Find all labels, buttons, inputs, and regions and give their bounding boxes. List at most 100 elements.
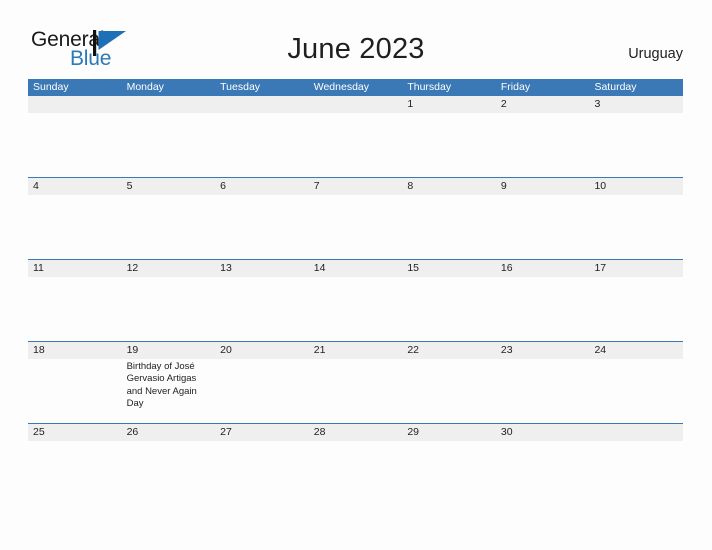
- calendar-week-cells: 11 12 13 14 15 16 17: [28, 260, 683, 341]
- calendar-day-cell[interactable]: 20: [215, 342, 309, 423]
- calendar-day-cell[interactable]: 9: [496, 178, 590, 259]
- day-number: 2: [500, 98, 507, 110]
- calendar-day-cell[interactable]: 7: [309, 178, 403, 259]
- weekday-header-row: Sunday Monday Tuesday Wednesday Thursday…: [28, 79, 683, 96]
- day-events: [407, 359, 492, 361]
- calendar-day-cell[interactable]: 26: [122, 424, 216, 464]
- day-number: 23: [500, 344, 513, 356]
- calendar-day-cell[interactable]: 6: [215, 178, 309, 259]
- calendar-day-cell-empty: [589, 424, 683, 464]
- day-cell-content: [28, 96, 122, 115]
- calendar-day-cell[interactable]: 16: [496, 260, 590, 341]
- day-number: 24: [594, 344, 607, 356]
- day-cell-content: 12: [122, 260, 216, 279]
- calendar-day-cell[interactable]: 27: [215, 424, 309, 464]
- calendar-day-cell[interactable]: 22: [402, 342, 496, 423]
- weekday-header-friday: Friday: [500, 81, 531, 93]
- calendar-day-cell[interactable]: 28: [309, 424, 403, 464]
- day-cell-content: 1: [402, 96, 496, 115]
- day-number: 28: [313, 426, 326, 438]
- day-number: [220, 96, 305, 113]
- day-number: 21: [313, 344, 326, 356]
- day-number: [594, 424, 679, 441]
- day-number: 5: [126, 180, 133, 192]
- day-events: [220, 195, 305, 197]
- day-cell-content: 18: [28, 342, 122, 361]
- day-number: 7: [313, 180, 320, 192]
- country-label: Uruguay: [628, 46, 683, 62]
- day-cell-content: 17: [589, 260, 683, 279]
- calendar-day-cell[interactable]: 29: [402, 424, 496, 464]
- calendar-day-cell[interactable]: 10: [589, 178, 683, 259]
- day-events: [314, 195, 399, 197]
- page-title: June 2023: [287, 33, 425, 65]
- day-events: [314, 441, 399, 443]
- day-cell-content: 8: [402, 178, 496, 197]
- calendar-day-cell[interactable]: 3: [589, 96, 683, 177]
- day-events: [127, 277, 212, 279]
- day-cell-content: 6: [215, 178, 309, 197]
- day-events: [407, 113, 492, 115]
- day-events: [594, 195, 679, 197]
- calendar-day-cell-empty: [122, 96, 216, 177]
- day-number: [127, 96, 212, 113]
- day-number: 20: [220, 344, 232, 356]
- day-events: [33, 113, 118, 115]
- day-events: [220, 359, 305, 361]
- calendar-day-cell[interactable]: 14: [309, 260, 403, 341]
- day-events: [33, 359, 118, 361]
- calendar-day-cell[interactable]: 25: [28, 424, 122, 464]
- day-cell-content: 16: [496, 260, 590, 279]
- calendar-day-cell[interactable]: 5: [122, 178, 216, 259]
- day-cell-content: [122, 96, 216, 115]
- day-cell-content: 23: [496, 342, 590, 361]
- calendar-day-cell[interactable]: 8: [402, 178, 496, 259]
- calendar-day-cell[interactable]: 18: [28, 342, 122, 423]
- calendar-week-row: 11 12 13 14 15 16 17: [28, 259, 683, 341]
- day-events: [33, 277, 118, 279]
- calendar-day-cell[interactable]: 21: [309, 342, 403, 423]
- day-events: [594, 113, 679, 115]
- calendar-week-cells: 25 26 27 28 29 30: [28, 424, 683, 464]
- day-number: 9: [500, 180, 507, 192]
- calendar-weeks: 1 2 3 4 5 6 7 8 9 10 11 12 13 14 15 16 17 18 19 Birthday of…: [28, 96, 683, 464]
- calendar-day-cell[interactable]: 30: [496, 424, 590, 464]
- calendar-day-cell[interactable]: 11: [28, 260, 122, 341]
- day-cell-content: 5: [122, 178, 216, 197]
- day-events: [407, 441, 492, 443]
- calendar-day-cell[interactable]: 17: [589, 260, 683, 341]
- day-number: [33, 96, 118, 113]
- calendar-day-cell[interactable]: 23: [496, 342, 590, 423]
- calendar-page: General Blue June 2023 Uruguay Sunday Mo…: [0, 0, 712, 550]
- day-events: [220, 441, 305, 443]
- calendar-week-row: 4 5 6 7 8 9 10: [28, 177, 683, 259]
- day-events: [314, 359, 399, 361]
- day-cell-content: 27: [215, 424, 309, 443]
- day-number: 11: [33, 262, 44, 274]
- day-cell-content: 15: [402, 260, 496, 279]
- day-cell-content: 21: [309, 342, 403, 361]
- calendar-day-cell-empty: [215, 96, 309, 177]
- calendar-day-cell[interactable]: 15: [402, 260, 496, 341]
- day-number: 4: [33, 180, 39, 192]
- calendar-day-cell[interactable]: 12: [122, 260, 216, 341]
- calendar-day-cell[interactable]: 13: [215, 260, 309, 341]
- day-cell-content: [589, 424, 683, 443]
- day-number: 17: [594, 262, 607, 274]
- calendar-week-row: 18 19 Birthday of José Gervasio Artigas an…: [28, 341, 683, 423]
- day-events: Birthday of José Gervasio Artigas and Ne…: [127, 359, 212, 410]
- calendar-day-cell[interactable]: 19 Birthday of José Gervasio Artigas and …: [122, 342, 216, 423]
- calendar-day-cell[interactable]: 4: [28, 178, 122, 259]
- day-events: [33, 195, 118, 197]
- day-number: 6: [220, 180, 226, 192]
- day-cell-content: [309, 96, 403, 115]
- calendar-grid: Sunday Monday Tuesday Wednesday Thursday…: [28, 79, 683, 464]
- day-number: 12: [126, 262, 139, 274]
- day-number: 14: [313, 262, 326, 274]
- calendar-day-cell[interactable]: 1: [402, 96, 496, 177]
- calendar-week-cells: 18 19 Birthday of José Gervasio Artigas an…: [28, 342, 683, 423]
- calendar-day-cell[interactable]: 2: [496, 96, 590, 177]
- calendar-day-cell[interactable]: 24: [589, 342, 683, 423]
- day-number: 25: [33, 426, 45, 438]
- weekday-header-thursday: Thursday: [407, 81, 452, 93]
